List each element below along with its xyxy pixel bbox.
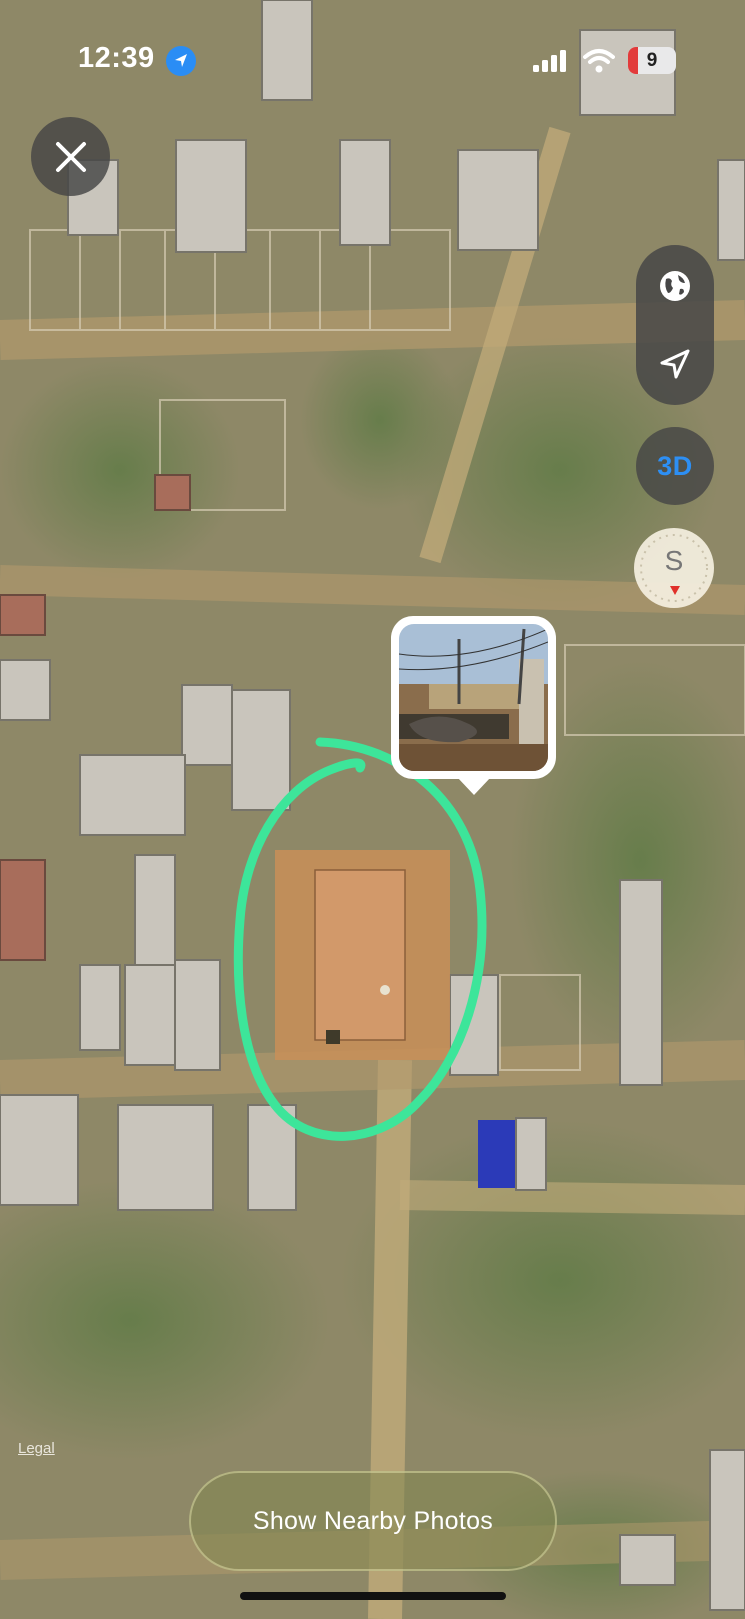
battery-charging-icon: 9 bbox=[628, 47, 676, 74]
close-icon bbox=[55, 141, 86, 172]
wifi-icon bbox=[583, 49, 615, 73]
status-time: 12:39 bbox=[78, 42, 155, 74]
map-mode-button[interactable] bbox=[636, 247, 714, 325]
three-d-label: 3D bbox=[657, 450, 693, 481]
compass-north-indicator bbox=[670, 586, 680, 595]
compass-heading-label: S bbox=[664, 545, 684, 576]
location-arrow-icon bbox=[166, 46, 196, 76]
cellular-signal-icon bbox=[533, 50, 566, 72]
street-photo-thumbnail bbox=[399, 624, 548, 771]
satellite-map[interactable] bbox=[0, 0, 745, 1619]
map-controls bbox=[636, 245, 714, 405]
three-d-button[interactable]: 3D bbox=[636, 427, 714, 505]
status-bar: 12:39 9 bbox=[0, 0, 745, 120]
home-indicator[interactable] bbox=[240, 1592, 506, 1600]
close-button[interactable] bbox=[31, 117, 110, 196]
location-arrow-icon bbox=[660, 349, 690, 379]
globe-icon bbox=[660, 271, 690, 301]
locate-me-button[interactable] bbox=[636, 325, 714, 403]
photo-pin-pointer bbox=[457, 777, 491, 795]
show-nearby-photos-label: Show Nearby Photos bbox=[252, 1506, 494, 1535]
nearby-photo-pin[interactable] bbox=[391, 616, 556, 795]
show-nearby-photos-button[interactable]: Show Nearby Photos bbox=[189, 1471, 557, 1571]
legal-link[interactable]: Legal bbox=[18, 1440, 55, 1457]
battery-level: 9 bbox=[646, 50, 658, 71]
compass-button[interactable]: S bbox=[634, 528, 714, 608]
